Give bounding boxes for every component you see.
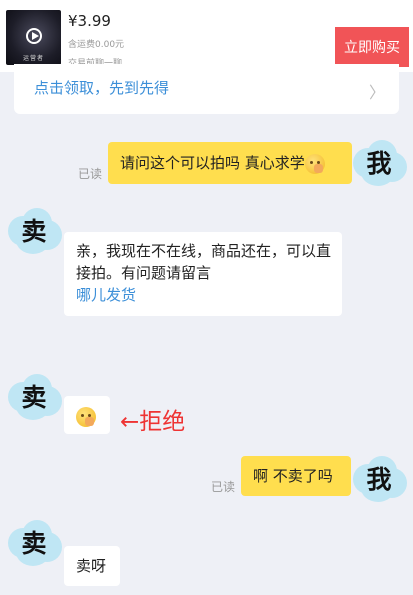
avatar-seller[interactable]: 卖 xyxy=(4,370,64,422)
message-bubble-me[interactable]: 啊 不卖了吗 xyxy=(241,456,351,496)
avatar-char: 卖 xyxy=(21,217,47,246)
product-thumbnail[interactable]: 运营者 xyxy=(6,10,61,65)
avatar-me[interactable]: 我 xyxy=(349,452,409,504)
read-receipt: 已读 xyxy=(211,480,236,494)
avatar-char: 我 xyxy=(366,149,392,178)
chevron-right-icon: 〉 xyxy=(368,83,385,102)
avatar-char: 卖 xyxy=(21,383,47,412)
read-receipt: 已读 xyxy=(78,167,103,181)
avatar-char: 我 xyxy=(366,465,392,494)
message-bubble-seller[interactable]: 卖呀 xyxy=(64,546,120,586)
avatar-char: 卖 xyxy=(21,529,47,558)
quick-question-link[interactable]: 哪儿发货 xyxy=(76,284,332,306)
coupon-banner[interactable]: 点击领取，先到先得 〉 xyxy=(14,64,399,114)
message-bubble-me[interactable]: 请问这个可以拍吗 真心求学 xyxy=(108,142,352,184)
avatar-seller[interactable]: 卖 xyxy=(4,516,64,568)
shipping-fee: 含运费0.00元 xyxy=(68,40,125,50)
avatar-seller[interactable]: 卖 xyxy=(4,204,64,256)
annotation-refuse: ←拒绝 xyxy=(120,409,186,435)
coupon-text: 点击领取，先到先得 xyxy=(34,79,170,97)
buy-now-button[interactable]: 立即购买 xyxy=(335,27,409,67)
thinking-emoji-icon xyxy=(304,153,325,174)
product-price: ¥3.99 xyxy=(68,12,111,30)
message-bubble-seller-emoji[interactable] xyxy=(64,396,110,434)
product-header: 运营者 ¥3.99 含运费0.00元 交易前聊一聊 立即购买 xyxy=(0,0,413,72)
message-text: 请问这个可以拍吗 真心求学 xyxy=(120,154,305,172)
message-text: 亲，我现在不在线，商品还在，可以直接拍。有问题请留言 xyxy=(76,242,332,282)
thumbnail-caption: 运营者 xyxy=(22,55,44,62)
message-text: 啊 不卖了吗 xyxy=(253,467,333,485)
thinking-emoji-icon xyxy=(76,406,96,427)
message-text: 卖呀 xyxy=(76,557,107,575)
avatar-me[interactable]: 我 xyxy=(349,136,409,188)
play-icon xyxy=(26,28,42,44)
message-bubble-seller[interactable]: 亲，我现在不在线，商品还在，可以直接拍。有问题请留言 哪儿发货 xyxy=(64,232,342,316)
